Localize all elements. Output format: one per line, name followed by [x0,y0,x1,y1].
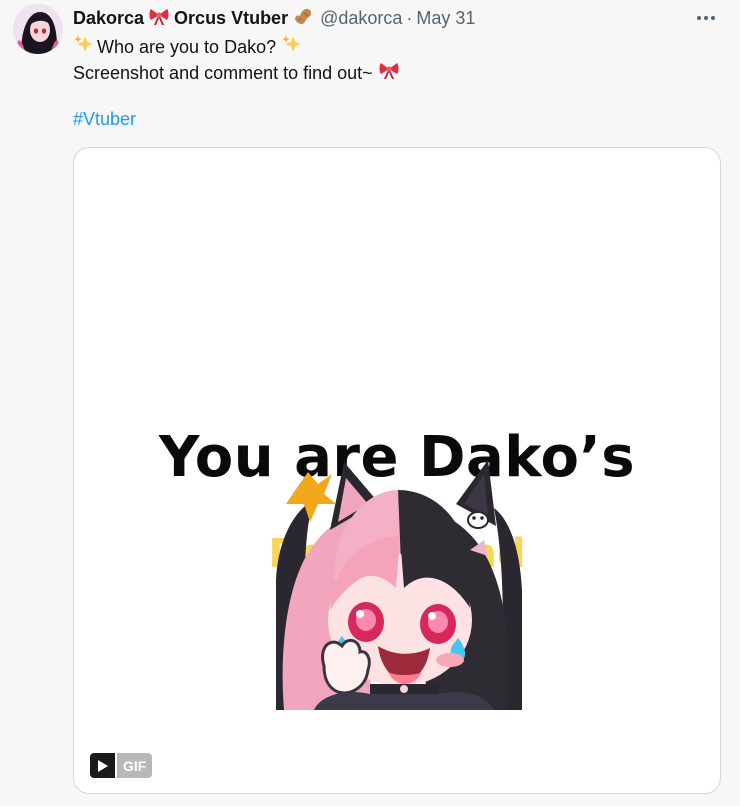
separator-dot: · [406,7,413,28]
avatar[interactable] [13,4,63,54]
gif-controls: GIF [90,753,153,778]
ribbon-emoji [148,5,170,32]
more-button[interactable] [694,8,718,28]
author-handle[interactable]: @dakorca [320,8,402,29]
sparkles-emoji [73,33,95,62]
tweet-date[interactable]: May 31 [416,8,475,29]
display-name-part1[interactable]: Dakorca [73,8,144,29]
more-horizontal-icon [697,16,715,20]
ribbon-emoji [378,59,400,88]
gif-badge: GIF [117,753,153,778]
tweet-text-line2: Screenshot and comment to find out~ [73,63,373,83]
hashtag-link[interactable]: #Vtuber [73,107,136,131]
tweet-text-line1: Who are you to Dako? [97,37,277,57]
sparkles-emoji [281,33,303,62]
play-icon [97,759,108,772]
tweet[interactable]: Dakorca Orcus Vtuber @dakorca · May 31 W… [0,0,740,806]
tweet-text: Who are you to Dako? Screenshot and comm… [73,34,400,86]
display-name-part2[interactable]: Orcus Vtuber [174,8,288,29]
media-card[interactable]: You are Dako’s Best Friend [73,147,721,794]
tweet-header: Dakorca Orcus Vtuber @dakorca · May 31 [73,6,475,30]
peanut-emoji [292,5,314,32]
play-button[interactable] [90,753,115,778]
chibi-sticker-image [276,460,522,710]
